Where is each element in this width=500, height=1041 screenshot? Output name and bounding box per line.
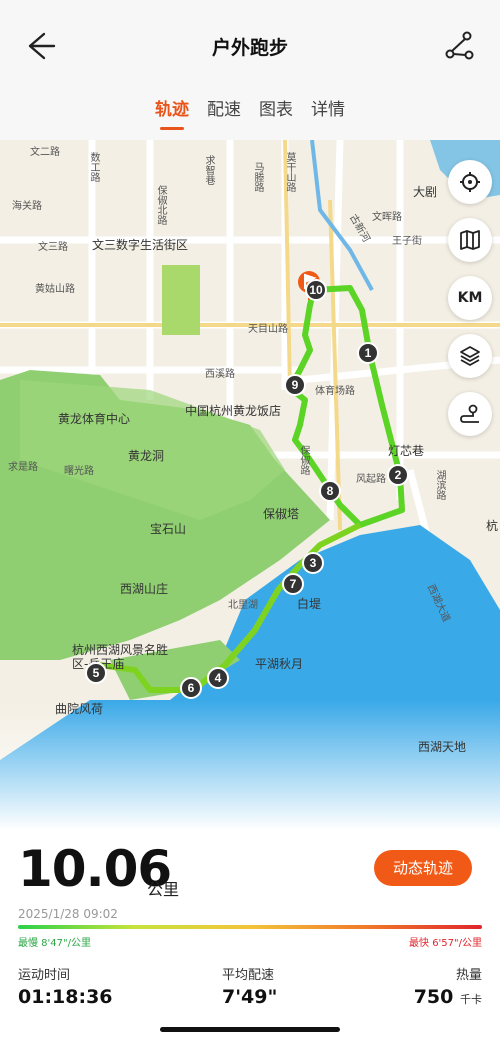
tab-charts[interactable]: 图表 <box>259 95 293 130</box>
tab-pace[interactable]: 配速 <box>207 95 241 130</box>
km-toggle-button[interactable]: KM <box>448 276 492 320</box>
route-markers: 10 1 2 3 4 5 6 7 8 9 <box>85 279 409 699</box>
summary-panel: 10.06 公里 动态轨迹 2025/1/28 09:02 最慢 8'47"/公… <box>0 830 500 1041</box>
page-title: 户外跑步 <box>211 37 288 59</box>
slowest-pace: 最慢 8'47"/公里 <box>18 938 91 949</box>
route-marker-7: 7 <box>282 573 304 595</box>
route-marker-3: 3 <box>302 552 324 574</box>
pace-value: 7'49" <box>222 986 278 1008</box>
route-marker-label: 5 <box>93 666 100 680</box>
route-marker-4: 4 <box>207 667 229 689</box>
calories-unit: 千卡 <box>460 993 482 1006</box>
route-marker-label: 3 <box>310 556 317 570</box>
home-indicator[interactable] <box>160 1027 340 1032</box>
pace-label: 平均配速 <box>222 968 275 983</box>
route-icon[interactable] <box>448 392 492 436</box>
route-marker-9: 9 <box>284 374 306 396</box>
run-date: 2025/1/28 09:02 <box>18 907 118 921</box>
tab-details[interactable]: 详情 <box>311 95 345 130</box>
locate-icon[interactable] <box>448 160 492 204</box>
route-marker-5: 5 <box>85 662 107 684</box>
duration-value: 01:18:36 <box>18 986 113 1008</box>
route-marker-1: 1 <box>357 342 379 364</box>
route-marker-6: 6 <box>180 677 202 699</box>
dynamic-track-button[interactable]: 动态轨迹 <box>374 850 472 886</box>
distance-unit: 公里 <box>147 880 180 899</box>
calories-label: 热量 <box>455 968 482 983</box>
route-marker-2: 2 <box>387 464 409 486</box>
calories-value: 750 <box>413 986 454 1008</box>
duration-label: 运动时间 <box>18 968 71 983</box>
map-toolbar: KM <box>448 160 492 436</box>
route-marker-label: 8 <box>327 484 334 498</box>
tab-track[interactable]: 轨迹 <box>155 95 189 130</box>
route-marker-label: 7 <box>290 577 297 591</box>
route-marker-8: 8 <box>319 480 341 502</box>
tab-bar: 轨迹 配速 图表 详情 <box>0 95 500 130</box>
map-icon[interactable] <box>448 218 492 262</box>
layers-icon[interactable] <box>448 334 492 378</box>
route-marker-label: 4 <box>215 671 222 685</box>
route-marker-label: 9 <box>292 378 299 392</box>
route-marker-label: 10 <box>309 283 323 297</box>
route-marker-label: 6 <box>188 681 195 695</box>
calories-value-group: 750 千卡 <box>414 986 482 1008</box>
top-bar: 户外跑步 轨迹 配速 图表 详情 <box>0 0 500 140</box>
route-marker-label: 1 <box>365 346 372 360</box>
route-map[interactable]: 文三数字生活街区 黄龙体育中心 中国杭州黄龙饭店 黄龙洞 宝石山 保俶塔 西湖山… <box>0 140 500 830</box>
route-marker-label: 2 <box>395 468 402 482</box>
route-marker-10: 10 <box>305 279 327 301</box>
fastest-pace: 最快 6'57"/公里 <box>409 938 482 949</box>
share-icon[interactable] <box>442 28 476 62</box>
pace-gradient-bar <box>18 925 482 929</box>
